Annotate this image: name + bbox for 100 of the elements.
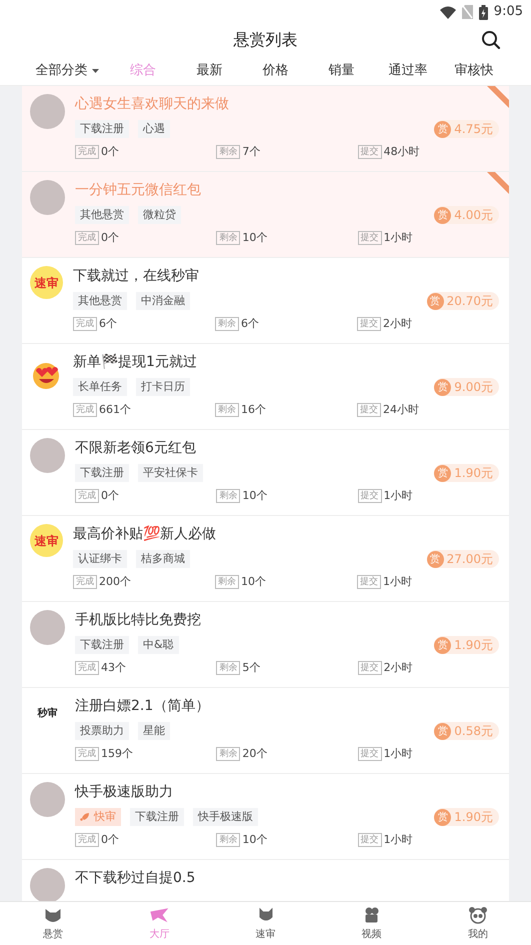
sort-tab[interactable]: 通过率	[374, 60, 441, 80]
task-title: 快手极速版助力	[75, 783, 174, 802]
stat-label: 剩余	[216, 231, 240, 245]
reward-price: 赏 27.00元	[426, 550, 499, 568]
stat-value: 6个	[99, 316, 117, 332]
stat-value: 200个	[99, 574, 131, 590]
stat-value: 2小时	[384, 660, 413, 676]
stat-value: 16个	[241, 402, 266, 418]
task-card[interactable]: 心遇女生喜欢聊天的来做 下载注册 心遇 完成 0个 剩余 7个 提交 48小时 赏 4.75元	[22, 86, 509, 172]
category-tag: 认证绑卡	[73, 550, 127, 568]
reward-price: 赏 20.70元	[426, 292, 499, 310]
category-tag: 下载注册	[75, 120, 129, 138]
nav-tab[interactable]: 视频	[318, 902, 425, 945]
sort-tab[interactable]: 审核快	[440, 60, 508, 80]
stat-label: 完成	[73, 575, 97, 589]
task-title: 心遇女生喜欢聊天的来做	[75, 95, 230, 114]
stat-label: 完成	[75, 747, 99, 761]
stat-label: 提交	[358, 661, 382, 675]
stat-label: 完成	[75, 231, 99, 245]
category-tag: 下载注册	[130, 808, 184, 826]
task-title: 下载就过，在线秒审	[73, 267, 200, 286]
bird-icon	[149, 906, 170, 924]
stat-label: 完成	[75, 145, 99, 159]
task-title: 注册白嫖2.1（简单）	[75, 697, 210, 716]
stat-label: 完成	[75, 661, 99, 675]
battery-icon	[478, 4, 488, 20]
task-title: 最高价补贴💯新人必做	[73, 524, 217, 544]
category-tag: 中消金融	[136, 292, 190, 310]
stat-value: 1小时	[384, 832, 413, 848]
stat-label: 剩余	[216, 145, 240, 159]
caret-icon	[92, 68, 98, 72]
stat-label: 提交	[358, 833, 382, 847]
avatar-photo-placeholder	[30, 438, 65, 473]
page-title: 悬赏列表	[234, 29, 298, 51]
stat-value: 7个	[242, 144, 260, 160]
category-tag: 下载注册	[75, 464, 129, 482]
nav-tab[interactable]: 悬赏	[0, 902, 106, 945]
stat-label: 提交	[358, 747, 382, 761]
stat-label: 提交	[357, 403, 381, 417]
sort-tab[interactable]: 最新	[176, 60, 242, 80]
stat-label: 剩余	[216, 661, 240, 675]
category-tag: 其他悬赏	[75, 206, 129, 224]
task-title: 不限新老领6元红包	[75, 439, 197, 458]
reward-price: 赏 9.00元	[434, 378, 499, 396]
avatar-logo: 秒审	[36, 706, 58, 721]
stat-value: 0个	[101, 230, 119, 246]
stat-label: 剩余	[216, 489, 240, 503]
stat-value: 2小时	[383, 316, 412, 332]
task-card[interactable]: 一分钟五元微信红包 其他悬赏 微粒贷 完成 0个 剩余 10个 提交 1小时 赏 4.00元	[22, 172, 509, 258]
sort-tab[interactable]: 价格	[242, 60, 309, 80]
stat-label: 完成	[75, 489, 99, 503]
nav-tab[interactable]: 我的	[424, 902, 531, 945]
stat-value: 661个	[99, 402, 131, 418]
search-icon[interactable]	[481, 30, 501, 50]
wifi-icon	[440, 6, 456, 18]
stat-label: 剩余	[216, 747, 240, 761]
category-tag: 中&聪	[138, 636, 179, 654]
category-tag: 投票助力	[75, 722, 129, 740]
stat-value: 0个	[101, 488, 119, 504]
stat-value: 10个	[242, 230, 268, 246]
nav-tab[interactable]: 速审	[212, 902, 319, 945]
status-time: 9:05	[494, 3, 523, 22]
avatar-logo: 速审	[30, 524, 63, 557]
stat-value: 0个	[101, 832, 119, 848]
stat-label: 提交	[358, 489, 382, 503]
fast-review-tag: 快审	[75, 808, 121, 826]
stat-value: 159个	[101, 746, 133, 762]
category-tag: 桔多商城	[136, 550, 190, 568]
category-tag: 快手极速版	[193, 808, 258, 826]
avatar-photo-placeholder	[30, 868, 65, 901]
stat-label: 提交	[357, 575, 381, 589]
task-title: 手机版比特比免费挖	[75, 611, 202, 630]
stat-value: 10个	[242, 832, 268, 848]
reward-price: 赏 1.90元	[434, 808, 499, 826]
category-tag: 长单任务	[73, 378, 127, 396]
stat-label: 完成	[73, 403, 97, 417]
stat-value: 6个	[241, 316, 259, 332]
reward-price: 赏 4.75元	[434, 120, 499, 138]
reward-price: 赏 1.90元	[434, 464, 499, 482]
category-tag: 其他悬赏	[73, 292, 127, 310]
category-tag: 心遇	[138, 120, 170, 138]
stat-label: 提交	[358, 145, 382, 159]
reward-price: 赏 4.00元	[434, 206, 499, 224]
no-sim-icon	[462, 5, 473, 19]
category-tag: 平安社保卡	[138, 464, 203, 482]
sort-tab[interactable]: 销量	[308, 60, 375, 80]
stat-value: 1小时	[383, 574, 412, 590]
avatar-photo-placeholder	[30, 782, 65, 817]
category-tag: 星能	[138, 722, 170, 740]
stat-value: 24小时	[383, 402, 419, 418]
task-title: 新单🏁提现1元就过	[73, 352, 198, 372]
reward-price: 赏 1.90元	[434, 636, 499, 654]
stat-label: 剩余	[215, 317, 239, 331]
category-dropdown[interactable]: 全部分类	[24, 60, 110, 80]
category-tag: 微粒贷	[138, 206, 181, 224]
stat-label: 剩余	[215, 575, 239, 589]
rocket-icon	[80, 812, 90, 822]
stat-value: 0个	[101, 144, 119, 160]
stat-value: 48小时	[384, 144, 420, 160]
task-title: 一分钟五元微信红包	[75, 181, 202, 200]
